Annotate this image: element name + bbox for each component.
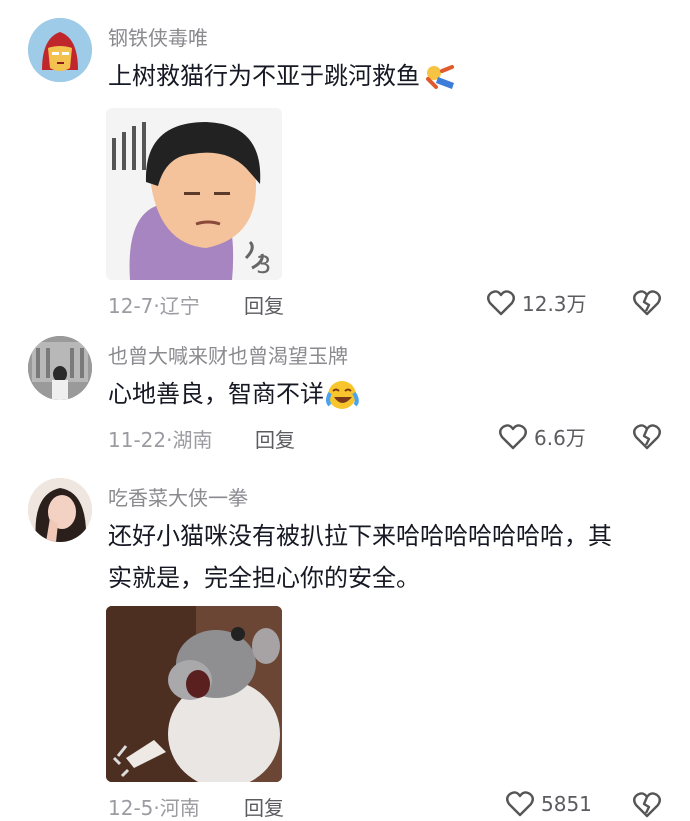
svg-text:3: 3 [256, 251, 271, 279]
iron-man-avatar-icon [28, 18, 92, 82]
like-count: 5851 [541, 792, 592, 816]
comment-location: 辽宁 [159, 294, 200, 318]
dislike-button[interactable] [632, 791, 662, 819]
comment-text-content: 上树救猫行为不亚于跳河救鱼 [108, 62, 420, 90]
girl-building-avatar-icon [28, 336, 92, 400]
shocked-rat-sticker [106, 606, 282, 782]
girl-selfie-avatar-icon [28, 478, 92, 542]
heart-icon [486, 289, 516, 317]
comment-text-line-1: 还好小猫咪没有被扒拉下来哈哈哈哈哈哈哈，其 [108, 522, 612, 550]
falling-man-emoji-icon [422, 61, 460, 93]
avatar[interactable] [28, 478, 92, 542]
broken-heart-icon [633, 792, 661, 818]
reply-button[interactable]: 回复 [255, 424, 295, 453]
comment-text-line-2: 实就是，完全担心你的安全。 [108, 564, 420, 592]
broken-heart-icon [633, 290, 661, 316]
username[interactable]: 吃香菜大侠一拳 [108, 482, 248, 511]
comment-meta: 11-22·湖南 [108, 424, 212, 453]
broken-heart-icon [633, 424, 661, 450]
comment-meta: 12-7·辽宁 [108, 290, 200, 319]
like-button[interactable]: 6.6万 [498, 422, 586, 451]
reply-button[interactable]: 回复 [244, 290, 284, 319]
like-button[interactable]: 5851 [505, 790, 592, 818]
comment-text-content: 心地善良，智商不详 [108, 380, 324, 408]
sad-boy-sticker: 3 [106, 108, 282, 280]
like-count: 6.6万 [534, 426, 586, 450]
comment-date: 12-5 [108, 796, 154, 820]
like-button[interactable]: 12.3万 [486, 288, 587, 317]
dislike-button[interactable] [632, 423, 662, 451]
comment-location: 湖南 [172, 428, 213, 452]
username[interactable]: 钢铁侠毒唯 [108, 22, 208, 51]
comment-meta: 12-5·河南 [108, 792, 200, 821]
avatar[interactable] [28, 18, 92, 82]
reply-button[interactable]: 回复 [244, 792, 284, 821]
comment-text: 上树救猫行为不亚于跳河救鱼 [108, 54, 460, 98]
comment-date: 11-22 [108, 428, 167, 452]
heart-icon [498, 423, 528, 451]
like-count: 12.3万 [522, 292, 587, 316]
username[interactable]: 也曾大喊来财也曾渴望玉牌 [108, 340, 348, 369]
avatar[interactable] [28, 336, 92, 400]
sticker-image[interactable]: 3 [106, 108, 282, 280]
heart-icon [505, 790, 535, 818]
comment-text: 心地善良，智商不详 [108, 372, 360, 416]
laughing-crying-emoji-icon [326, 379, 360, 411]
comment-location: 河南 [159, 796, 200, 820]
comment-date: 12-7 [108, 294, 154, 318]
sticker-image[interactable] [106, 606, 282, 782]
dislike-button[interactable] [632, 289, 662, 317]
